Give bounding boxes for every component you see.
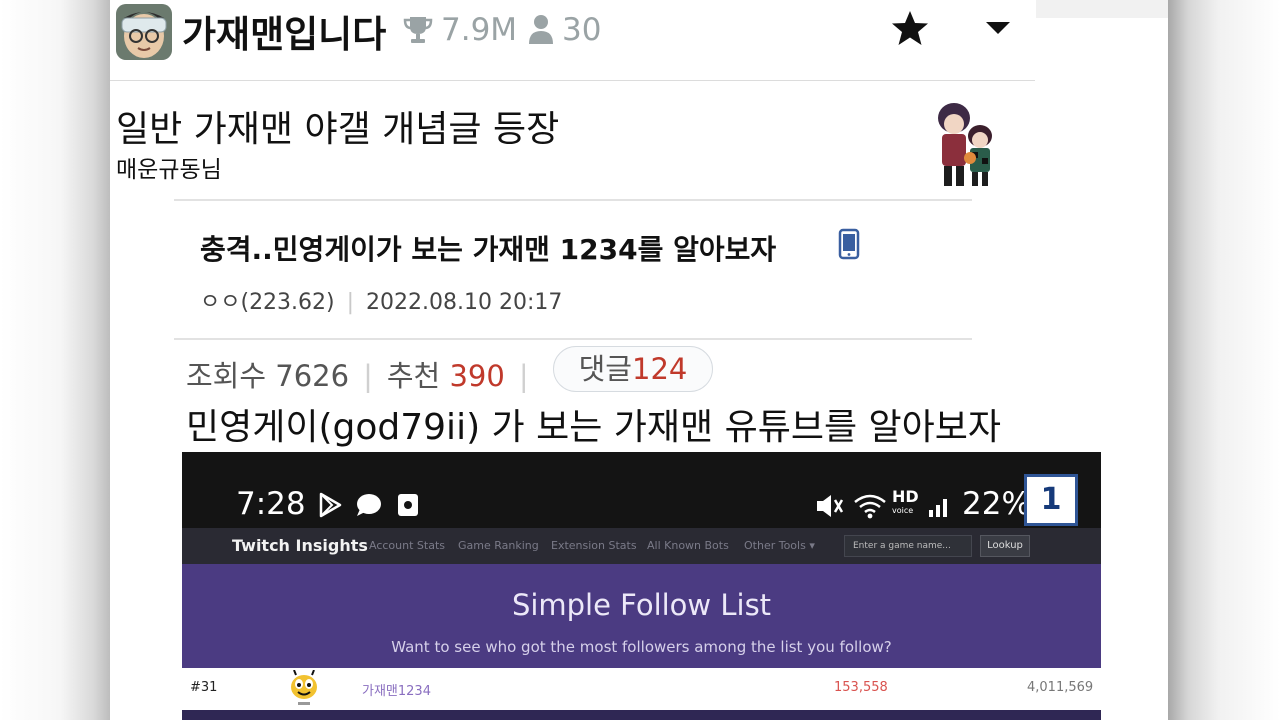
mobile-phone-icon <box>838 228 860 260</box>
next-row-strip <box>182 710 1101 720</box>
row-followers: 153,558 <box>834 680 888 695</box>
signal-icon <box>929 499 947 517</box>
row-rank: #31 <box>190 680 218 695</box>
voice-label: voice <box>892 506 914 515</box>
gallery-post-title[interactable]: 충격..민영게이가 보는 가재맨 1234를 알아보자 <box>200 228 776 268</box>
left-shadow <box>0 0 110 720</box>
post-title[interactable]: 일반 가재맨 야갤 개념글 등장 <box>116 100 559 152</box>
star-icon[interactable] <box>891 10 929 46</box>
channel-logo-icon <box>291 670 317 705</box>
row-channel-name[interactable]: 가재맨1234 <box>362 680 431 699</box>
recommend-count: 390 <box>449 359 505 393</box>
quote-mid-divider <box>174 338 972 340</box>
header-divider <box>110 80 1035 81</box>
media-icon <box>398 494 418 516</box>
gallery-post-meta: ㅇㅇ(223.62) | 2022.08.10 20:17 <box>200 284 562 316</box>
trophy-count: 7.9M <box>441 12 518 48</box>
right-shadow <box>1168 0 1280 720</box>
play-store-icon <box>319 492 342 518</box>
avatar-face-icon <box>116 4 172 60</box>
wifi-icon <box>854 494 886 519</box>
game-search-input[interactable]: Enter a game name... <box>844 535 972 557</box>
quote-top-divider <box>174 199 972 201</box>
meta-separator: | <box>346 290 355 315</box>
trophy-icon <box>403 17 433 43</box>
comments-button[interactable]: 댓글124 <box>553 346 713 392</box>
hero-title: Simple Follow List <box>511 588 772 622</box>
site-brand[interactable]: Twitch Insights <box>232 536 368 555</box>
embedded-screenshot: 7:28 HD voice 22% 1 Twitch Insights Acco… <box>182 452 1101 720</box>
chevron-down-icon[interactable] <box>985 20 1011 36</box>
nav-link-game-ranking[interactable]: Game Ranking <box>458 539 539 552</box>
views-label: 조회수 <box>186 359 267 393</box>
page-number-badge: 1 <box>1024 474 1078 526</box>
chat-bubble-icon <box>357 494 381 516</box>
recommend-label: 추천 <box>386 359 441 393</box>
row-views: 4,011,569 <box>1027 680 1094 695</box>
hero-subtitle: Want to see who got the most followers a… <box>391 638 892 656</box>
hd-label: HD <box>892 487 919 506</box>
member-icon <box>529 15 553 44</box>
nav-link-extension-stats[interactable]: Extension Stats <box>551 539 637 552</box>
member-count: 30 <box>562 12 602 48</box>
channel-avatar[interactable] <box>116 4 172 60</box>
top-strip <box>1036 0 1168 18</box>
nav-link-all-known-bots[interactable]: All Known Bots <box>647 539 729 552</box>
battery-percent: 22% <box>962 486 1031 522</box>
lookup-button[interactable]: Lookup <box>980 535 1030 557</box>
post-author[interactable]: 매운규동님 <box>116 150 222 184</box>
channel-name[interactable]: 가재맨입니다 <box>182 4 386 58</box>
post-thumbnail-image[interactable] <box>920 96 1012 194</box>
nav-link-account-stats[interactable]: Account Stats <box>369 539 445 552</box>
stats-separator: | <box>363 359 373 393</box>
status-time: 7:28 <box>236 486 306 522</box>
post-writer[interactable]: ㅇㅇ(223.62) <box>200 290 335 315</box>
post-body-text: 민영게이(god79ii) 가 보는 가재맨 유튜브를 알아보자 <box>186 407 1002 448</box>
post-date: 2022.08.10 20:17 <box>366 290 563 315</box>
mute-icon <box>817 495 844 517</box>
post-stats: 조회수 7626 | 추천 390 | <box>186 353 543 395</box>
stats-separator: | <box>518 359 529 393</box>
comments-count: 124 <box>632 352 688 386</box>
views-count: 7626 <box>275 359 350 393</box>
nav-link-other-tools[interactable]: Other Tools ▾ <box>744 539 815 552</box>
comments-label: 댓글 <box>578 352 632 386</box>
